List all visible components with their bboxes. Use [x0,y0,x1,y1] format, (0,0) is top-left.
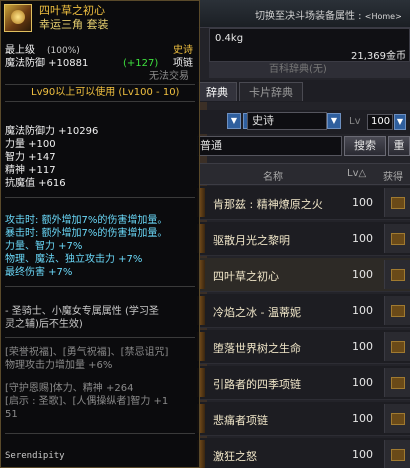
pvp-switch-text: 切换至决斗场装备属性 : [255,11,365,22]
col-get[interactable]: 获得 [383,168,403,183]
row-get-icon[interactable] [384,224,410,253]
type-dropdown-button[interactable]: ▼ [227,113,241,129]
magic-defense-bonus: (+127) [123,58,159,69]
search-button[interactable]: 搜索 [344,136,386,156]
row-lv: 100 [352,268,373,281]
row-get-icon[interactable] [384,296,410,325]
tab-dictionary[interactable]: 辞典 [197,82,237,101]
lv-min-input[interactable]: 100 [367,114,393,130]
class-note: 灵之辅)后不生效) [5,319,83,330]
class-note: - 圣骑士、小魔女专属属性 (学习圣 [5,306,159,317]
row-get-icon[interactable] [384,260,410,289]
row-get-icon[interactable] [384,404,410,433]
effect-line: 攻击时: 额外增加7%的伤害增加量。 [5,215,168,226]
divider [5,197,195,198]
home-key-hint: <Home> [364,12,402,21]
necklace-item-icon [4,4,32,32]
row-lv: 100 [352,304,373,317]
row-lv: 100 [352,340,373,353]
untradeable-label: 无法交易 [149,71,189,82]
skill-line: [启示 : 圣歌]、[人偶操纵者]智力 +1 [5,396,169,407]
item-tooltip: 四叶草之初心 幸运三角 套装 最上级 (100%) 史诗 魔法防御 +10881… [0,0,200,468]
skill-line: [守护恩赐]体力、精神 +264 [5,383,134,394]
effect-line: 物理、魔法、独立攻击力 +7% [5,254,143,265]
row-lv: 100 [352,196,373,209]
table-row[interactable]: 冷焰之冰 - 温蒂妮 100 [197,294,410,328]
grade-dropdown-arrow-icon[interactable]: ▼ [327,113,341,129]
column-header: 名称 Lv△ 获得 [197,163,410,185]
magic-defense: 魔法防御 +10881 [5,58,89,69]
table-row[interactable]: 驱散月光之黎明 100 [197,222,410,256]
row-get-icon[interactable] [384,440,410,468]
divider [5,286,195,287]
grade-select[interactable]: 史诗 [247,112,327,130]
row-get-icon[interactable] [384,332,410,361]
max-level-pct: (100%) [47,46,80,56]
header-bar: 切换至决斗场装备属性 : <Home> [197,0,410,28]
effect-line: 力量、智力 +7% [5,241,83,252]
divider [5,101,195,102]
row-name: 驱散月光之黎明 [213,234,290,247]
stat-line: 魔法防御力 +10296 [5,126,99,137]
lv-label: Lv [349,116,361,127]
row-name: 四叶草之初心 [213,270,279,283]
item-name: 四叶草之初心 [39,4,105,17]
row-lv: 100 [352,376,373,389]
search-row: 普通 搜索 重 [197,136,410,160]
stat-line: 力量 +100 [5,139,56,150]
tab-bar: 辞典 卡片辞典 [197,80,410,102]
col-name[interactable]: 名称 [263,168,283,183]
screen: { "colors":{"accent":"#f0c040","legendar… [0,0,410,468]
row-name: 冷焰之冰 - 温蒂妮 [213,306,301,319]
table-row[interactable]: 堕落世界树之生命 100 [197,330,410,364]
row-name: 悲痛者项链 [213,414,268,427]
filter-row: ▼ ▼ 史诗 ▼ Lv 100 ▼ [197,110,410,134]
pvp-switch-label[interactable]: 切换至决斗场装备属性 : <Home> [255,7,402,22]
item-flavor-footer: Serendipity [5,451,65,461]
row-get-icon[interactable] [384,188,410,217]
table-row[interactable]: 悲痛者项链 100 [197,402,410,436]
level-requirement: Lv90以上可以使用 (Lv100 - 10) [31,87,180,98]
row-lv: 100 [352,412,373,425]
row-get-icon[interactable] [384,368,410,397]
table-row[interactable]: 激狂之怒 100 [197,438,410,468]
effect-line: 最终伤害 +7% [5,267,73,278]
weight-value: 0.4kg [215,33,244,44]
gold-value: 21,369金币 [351,51,406,62]
item-grade: 史诗 [173,45,193,56]
divider [5,337,195,338]
divider [5,433,195,434]
row-lv: 100 [352,232,373,245]
table-row[interactable]: 肯那兹 : 精神燎原之火 100 [197,186,410,220]
lv-dropdown-button[interactable]: ▼ [394,114,406,130]
table-row[interactable]: 引路者的四季项链 100 [197,366,410,400]
reset-button[interactable]: 重 [388,136,410,156]
divider [5,84,195,85]
item-set-name: 幸运三角 套装 [39,18,109,31]
item-slot: 项链 [173,58,193,69]
skill-line: 51 [5,409,18,420]
row-name: 堕落世界树之生命 [213,342,301,355]
stat-line: 抗魔值 +616 [5,178,66,189]
search-input[interactable]: 普通 [197,136,342,156]
buff-line: 物理攻击力增加量 +6% [5,360,113,371]
effect-line: 暴击时: 额外增加7%的伤害增加量。 [5,228,168,239]
row-name: 激狂之怒 [213,450,257,463]
row-name: 引路者的四季项链 [213,378,301,391]
max-level-label: 最上级 [5,45,35,56]
stat-line: 智力 +147 [5,152,56,163]
row-lv: 100 [352,448,373,461]
stat-line: 精神 +117 [5,165,56,176]
dict-banner: 百科辞典(无) [209,62,410,78]
buff-line: [荣誉祝福]、[勇气祝福]、[禁忌诅咒] [5,347,169,358]
tab-card-dictionary[interactable]: 卡片辞典 [239,82,303,101]
row-name: 肯那兹 : 精神燎原之火 [213,198,323,211]
table-row[interactable]: 四叶草之初心 100 [197,258,410,292]
col-lv[interactable]: Lv△ [347,168,366,179]
inventory-info: 0.4kg 21,369金币 [209,28,410,62]
